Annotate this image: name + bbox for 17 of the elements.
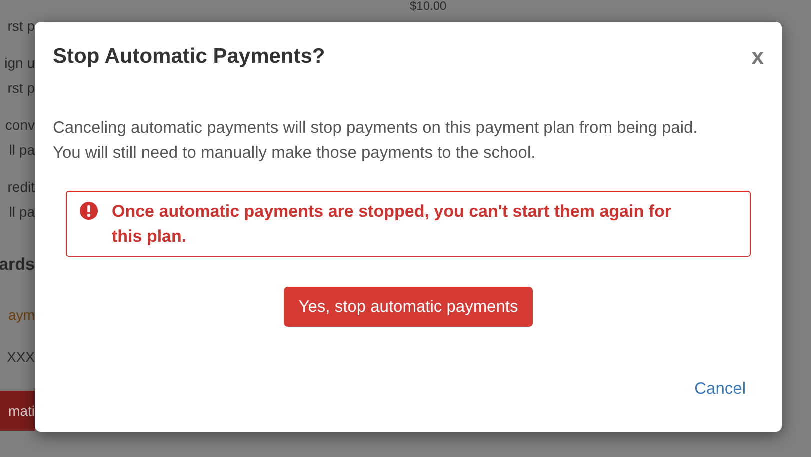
body-text: ign u: [4, 54, 35, 73]
dialog-title: Stop Automatic Payments?: [53, 44, 326, 70]
action-button[interactable]: mati: [0, 391, 35, 431]
body-text: redit: [8, 178, 35, 197]
confirm-button[interactable]: Yes, stop automatic payments: [284, 287, 534, 327]
dialog-message: Canceling automatic payments will stop payments on this payment plan from being paid. You will still need to manually make those payments to the school.: [52, 118, 699, 164]
warning-text: Once automatic payments are stopped, you can't start them again for this plan.: [112, 201, 673, 248]
body-text: rst p: [8, 79, 35, 98]
exclamation-icon: [80, 202, 98, 220]
body-text: conv: [5, 116, 35, 135]
cancel-link[interactable]: Cancel: [694, 377, 746, 402]
body-text: ll pa: [9, 141, 35, 160]
body-text: rst p: [8, 17, 35, 36]
close-button[interactable]: x: [752, 45, 764, 69]
card-number: XXX: [6, 348, 35, 367]
price-text: $10.00: [410, 0, 447, 13]
body-text: ll pa: [9, 203, 35, 222]
